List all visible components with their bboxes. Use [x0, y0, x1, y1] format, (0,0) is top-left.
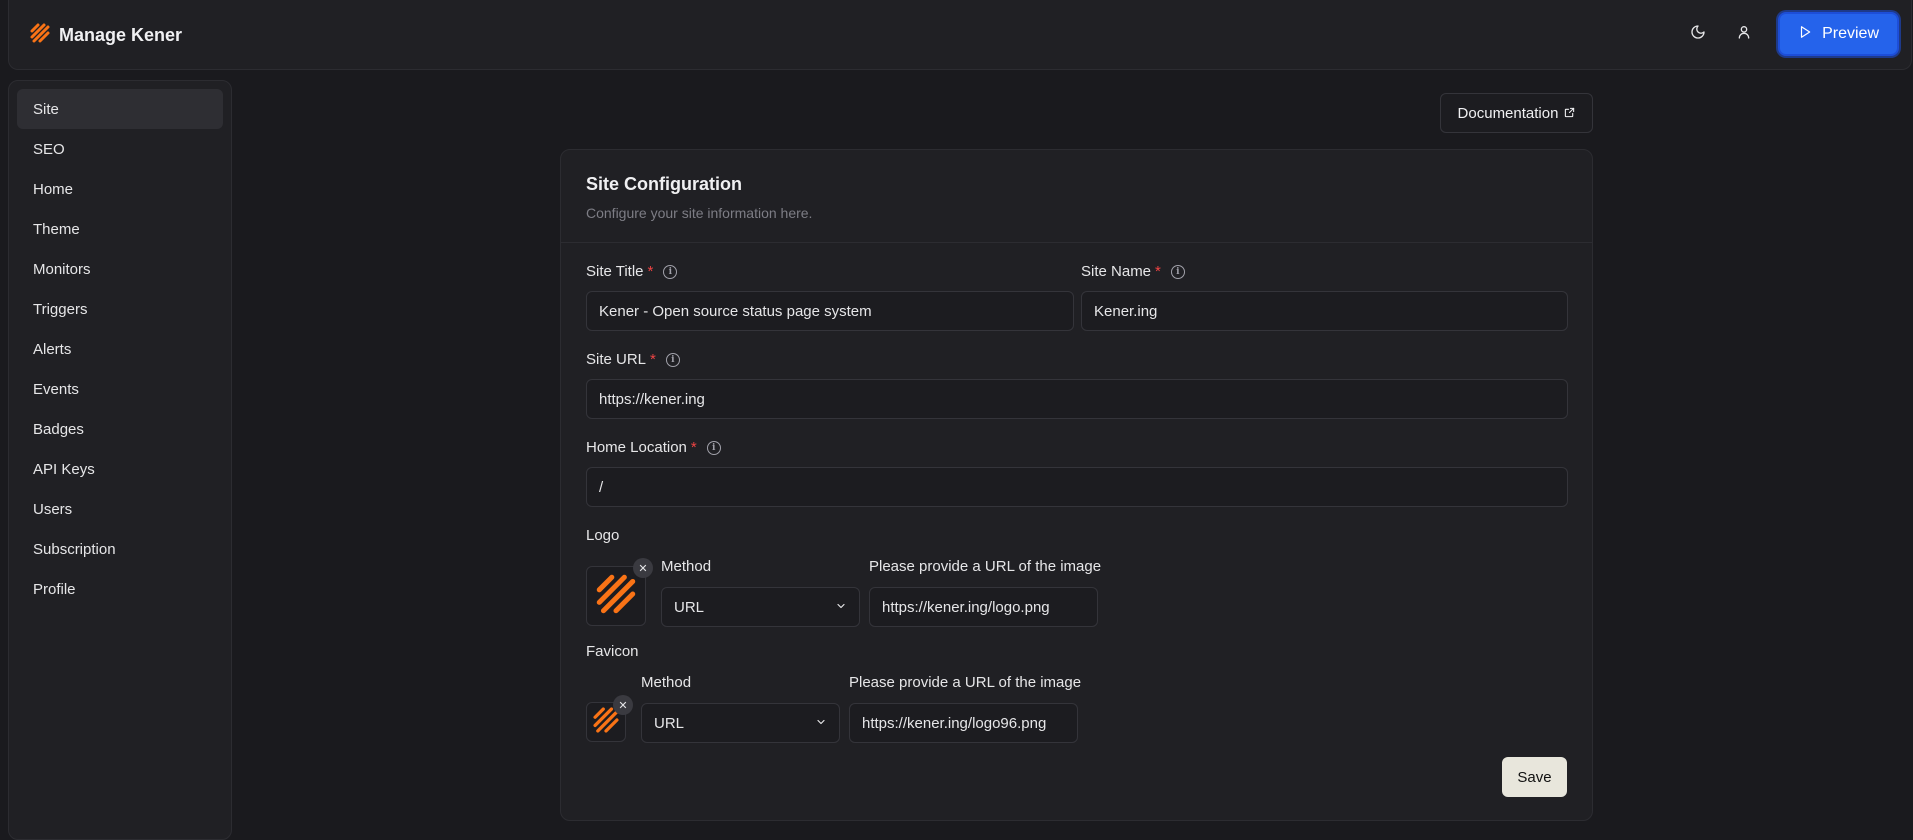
- close-icon: ✕: [638, 562, 648, 575]
- favicon-method-label: Method: [641, 674, 692, 691]
- save-button[interactable]: Save: [1502, 757, 1567, 797]
- sidebar-item-users[interactable]: Users: [17, 489, 223, 529]
- sidebar: Site SEO Home Theme Monitors Triggers Al…: [8, 80, 232, 840]
- moon-icon: [1690, 24, 1706, 45]
- logo-label: Logo: [586, 527, 620, 544]
- card-header: Site Configuration Configure your site i…: [561, 150, 1592, 243]
- card-description: Configure your site information here.: [586, 205, 813, 221]
- site-title-input[interactable]: Kener - Open source status page system: [586, 291, 1074, 331]
- sidebar-item-subscription[interactable]: Subscription: [17, 529, 223, 569]
- remove-favicon-button[interactable]: ✕: [613, 695, 633, 715]
- sidebar-item-triggers[interactable]: Triggers: [17, 289, 223, 329]
- sidebar-item-theme[interactable]: Theme: [17, 209, 223, 249]
- logo-url-label: Please provide a URL of the image: [869, 558, 1102, 575]
- logo-image: [593, 571, 639, 622]
- info-icon[interactable]: i: [663, 264, 678, 279]
- sidebar-item-profile[interactable]: Profile: [17, 569, 223, 609]
- favicon-label: Favicon: [586, 643, 639, 660]
- site-name-label: Site Name * i: [1081, 263, 1185, 280]
- top-bar: Manage Kener Preview: [8, 0, 1912, 70]
- sidebar-item-monitors[interactable]: Monitors: [17, 249, 223, 289]
- logo-method-value: URL: [674, 598, 705, 616]
- required-mark: *: [650, 351, 656, 368]
- home-location-input[interactable]: /: [586, 467, 1568, 507]
- sidebar-item-badges[interactable]: Badges: [17, 409, 223, 449]
- home-location-label: Home Location * i: [586, 439, 721, 456]
- logo-method-select[interactable]: URL: [661, 587, 860, 627]
- play-icon: [1798, 25, 1812, 44]
- site-name-input[interactable]: Kener.ing: [1081, 291, 1568, 331]
- home-location-label-text: Home Location: [586, 439, 687, 456]
- brand[interactable]: Manage Kener: [29, 22, 182, 49]
- site-title-label: Site Title * i: [586, 263, 678, 280]
- logo-method-label: Method: [661, 558, 712, 575]
- user-icon: [1736, 24, 1752, 45]
- required-mark: *: [1155, 263, 1161, 280]
- sidebar-item-alerts[interactable]: Alerts: [17, 329, 223, 369]
- documentation-link[interactable]: Documentation: [1440, 93, 1593, 133]
- info-icon[interactable]: i: [1170, 264, 1185, 279]
- site-name-label-text: Site Name: [1081, 263, 1152, 280]
- logo-url-input[interactable]: https://kener.ing/logo.png: [869, 587, 1098, 627]
- required-mark: *: [647, 263, 654, 280]
- favicon-url-input[interactable]: https://kener.ing/logo96.png: [849, 703, 1078, 743]
- favicon-method-value: URL: [654, 714, 685, 732]
- sidebar-item-events[interactable]: Events: [17, 369, 223, 409]
- preview-button[interactable]: Preview: [1778, 12, 1899, 56]
- site-title-label-text: Site Title: [586, 263, 644, 280]
- site-url-label-text: Site URL: [586, 351, 647, 368]
- required-mark: *: [690, 439, 697, 456]
- info-icon[interactable]: i: [706, 440, 721, 455]
- documentation-label: Documentation: [1457, 104, 1559, 122]
- favicon-method-select[interactable]: URL: [641, 703, 840, 743]
- sidebar-item-api-keys[interactable]: API Keys: [17, 449, 223, 489]
- preview-label: Preview: [1822, 25, 1879, 42]
- profile-button[interactable]: [1724, 14, 1764, 54]
- site-url-input[interactable]: https://kener.ing: [586, 379, 1568, 419]
- header-actions: Preview: [1678, 12, 1899, 56]
- sidebar-item-home[interactable]: Home: [17, 169, 223, 209]
- chevron-down-icon: [815, 715, 827, 732]
- site-configuration-card: Site Configuration Configure your site i…: [560, 149, 1593, 821]
- app-title: Manage Kener: [59, 25, 183, 45]
- theme-toggle-button[interactable]: [1678, 14, 1718, 54]
- sidebar-item-seo[interactable]: SEO: [17, 129, 223, 169]
- card-title: Site Configuration: [586, 174, 742, 194]
- sidebar-item-site[interactable]: Site: [17, 89, 223, 129]
- kener-logo-icon: [29, 22, 51, 49]
- external-link-icon: [1564, 105, 1575, 122]
- remove-logo-button[interactable]: ✕: [633, 558, 653, 578]
- favicon-url-label: Please provide a URL of the image: [849, 674, 1082, 691]
- chevron-down-icon: [835, 599, 847, 616]
- site-url-label: Site URL * i: [586, 351, 680, 368]
- info-icon[interactable]: i: [665, 352, 680, 367]
- close-icon: ✕: [618, 699, 628, 712]
